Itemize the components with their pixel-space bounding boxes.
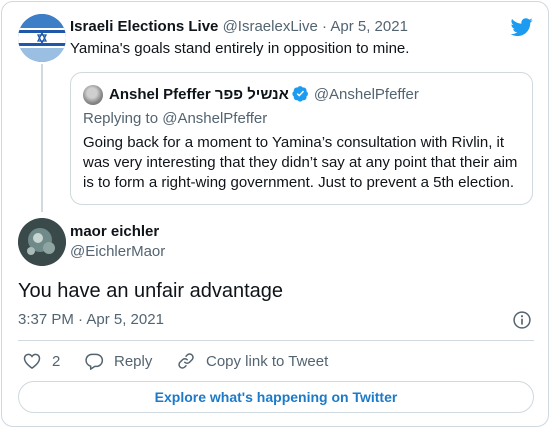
explore-twitter-button[interactable]: Explore what's happening on Twitter — [18, 381, 534, 413]
quoted-author-name[interactable]: Anshel Pfeffer אנשיל פפר — [109, 86, 289, 103]
thread-connector-line — [41, 64, 43, 212]
main-author-handle[interactable]: @EichlerMaor — [70, 242, 165, 262]
meta-separator: · — [322, 18, 328, 35]
reply-label: Reply — [114, 352, 153, 370]
like-count: 2 — [52, 352, 61, 370]
parent-author-avatar[interactable] — [18, 14, 66, 62]
like-button[interactable]: 2 — [22, 350, 60, 372]
parent-tweet-header: Israeli Elections Live @IsraelexLive · A… — [70, 17, 408, 37]
quoted-author-avatar[interactable] — [83, 85, 103, 105]
parent-author-name[interactable]: Israeli Elections Live — [70, 18, 218, 35]
parent-tweet-text: Yamina's goals stand entirely in opposit… — [70, 40, 410, 57]
copy-link-button[interactable]: Copy link to Tweet — [176, 350, 328, 372]
main-author-avatar[interactable] — [18, 218, 66, 266]
quoted-tweet-header: Anshel Pfeffer אנשיל פפר @AnshelPfeffer — [109, 85, 419, 105]
quoted-author-handle[interactable]: @AnshelPfeffer — [314, 86, 419, 103]
reply-button[interactable]: Reply — [84, 350, 152, 372]
verified-badge-icon — [292, 86, 308, 102]
main-tweet-text: You have an unfair advantage — [18, 280, 284, 302]
tweet-embed-card: Israeli Elections Live @IsraelexLive · A… — [1, 1, 549, 427]
main-author-name[interactable]: maor eichler — [70, 222, 159, 242]
parent-tweet-date[interactable]: Apr 5, 2021 — [330, 18, 408, 35]
tweet-timestamp[interactable]: 3:37 PM · Apr 5, 2021 — [18, 310, 164, 330]
info-icon[interactable] — [512, 310, 532, 330]
copy-link-label: Copy link to Tweet — [206, 352, 329, 370]
quoted-tweet[interactable]: Anshel Pfeffer אנשיל פפר @AnshelPfeffer … — [70, 72, 533, 205]
reply-bubble-icon — [85, 353, 104, 370]
heart-icon — [23, 353, 41, 369]
parent-author-handle[interactable]: @IsraelexLive — [223, 18, 318, 35]
divider — [18, 340, 534, 341]
twitter-bird-icon[interactable] — [510, 16, 534, 38]
replying-to-label: Replying to @AnshelPfeffer — [83, 110, 268, 127]
link-icon — [178, 353, 194, 369]
quoted-tweet-text: Going back for a moment to Yamina’s cons… — [83, 134, 518, 191]
